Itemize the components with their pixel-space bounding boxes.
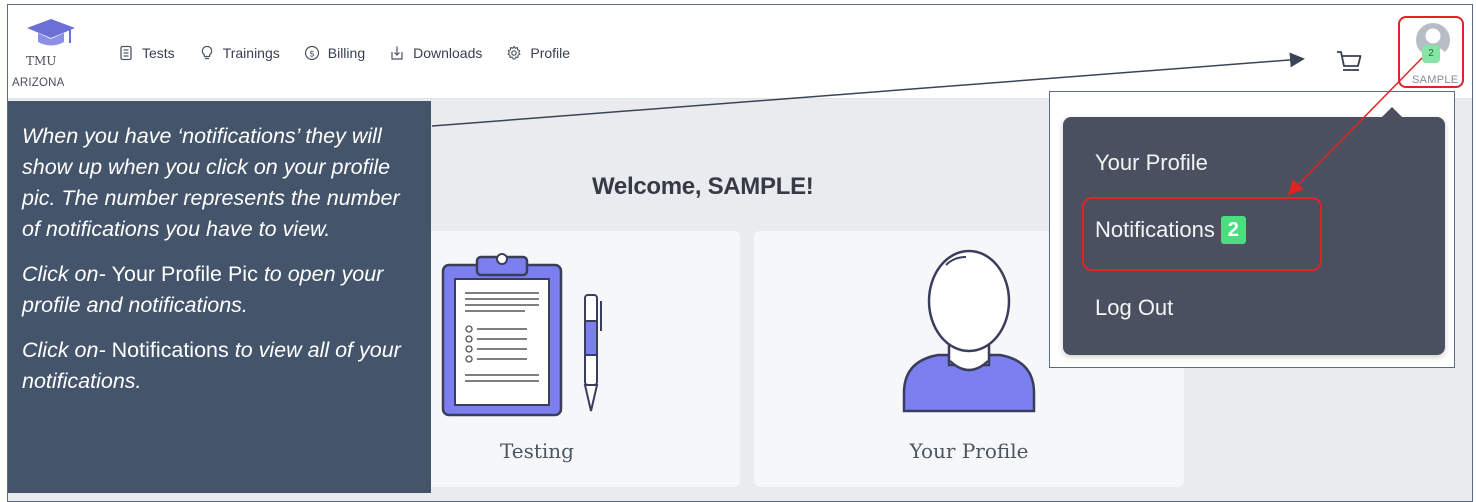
- cart-icon[interactable]: [1335, 49, 1363, 75]
- svg-text:$: $: [309, 50, 315, 60]
- callout-paragraph: Click on- Notifications to view all of y…: [22, 335, 417, 397]
- menu-item-log-out[interactable]: Log Out: [1095, 295, 1173, 321]
- nav-item-label: Tests: [142, 45, 175, 61]
- callout-highlight: Your Profile Pic: [111, 262, 258, 286]
- nav-item-tests[interactable]: Tests: [118, 45, 175, 61]
- menu-item-your-profile[interactable]: Your Profile: [1095, 150, 1208, 176]
- lightbulb-icon: [201, 45, 212, 60]
- clipboard-icon: [441, 253, 602, 417]
- top-navbar: TMU ARIZONA Tests Trainings $ Billing Do…: [8, 5, 1472, 99]
- graduation-cap-icon: [27, 19, 75, 46]
- nav-item-label: Trainings: [222, 45, 280, 61]
- download-icon: [391, 46, 403, 60]
- nav-menu: Tests Trainings $ Billing Downloads Prof…: [118, 45, 594, 61]
- notification-count-badge: 2: [1422, 45, 1440, 63]
- nav-item-downloads[interactable]: Downloads: [389, 45, 482, 61]
- card-label: Your Profile: [909, 439, 1029, 463]
- logo[interactable]: TMU ARIZONA: [10, 17, 92, 97]
- logo-title: TMU: [26, 54, 57, 68]
- logo-subtitle: ARIZONA: [12, 77, 65, 89]
- notifications-badge: 2: [1220, 216, 1246, 244]
- profile-dropdown-menu: Your Profile Notifications 2 Log Out: [1063, 107, 1445, 355]
- gear-icon: [507, 45, 522, 60]
- callout-text: Click on-: [22, 338, 106, 362]
- callout-paragraph: Click on- Your Profile Pic to open your …: [22, 259, 417, 321]
- welcome-heading: Welcome, SAMPLE!: [592, 173, 814, 200]
- person-icon: [902, 249, 1036, 413]
- document-icon: [120, 45, 132, 61]
- nav-item-trainings[interactable]: Trainings: [199, 45, 280, 61]
- callout-highlight: Notifications: [111, 338, 229, 362]
- nav-item-profile[interactable]: Profile: [506, 45, 570, 61]
- menu-item-label: Notifications: [1095, 217, 1215, 242]
- menu-item-notifications[interactable]: Notifications 2: [1095, 216, 1246, 244]
- nav-item-billing[interactable]: $ Billing: [304, 45, 365, 61]
- instruction-callout: When you have ‘notifications’ they will …: [8, 101, 431, 493]
- nav-item-label: Profile: [530, 45, 571, 61]
- nav-item-label: Billing: [327, 45, 366, 61]
- menu-item-label: Your Profile: [1095, 150, 1208, 175]
- nav-item-label: Downloads: [413, 45, 483, 61]
- user-profile-pic[interactable]: 2 SAMPLE: [1412, 23, 1472, 93]
- callout-paragraph: When you have ‘notifications’ they will …: [22, 124, 400, 241]
- callout-text: Click on-: [22, 262, 106, 286]
- user-name: SAMPLE: [1412, 74, 1459, 86]
- menu-item-label: Log Out: [1095, 295, 1174, 320]
- dropdown-caret: [1381, 107, 1403, 118]
- dollar-circle-icon: $: [304, 45, 319, 61]
